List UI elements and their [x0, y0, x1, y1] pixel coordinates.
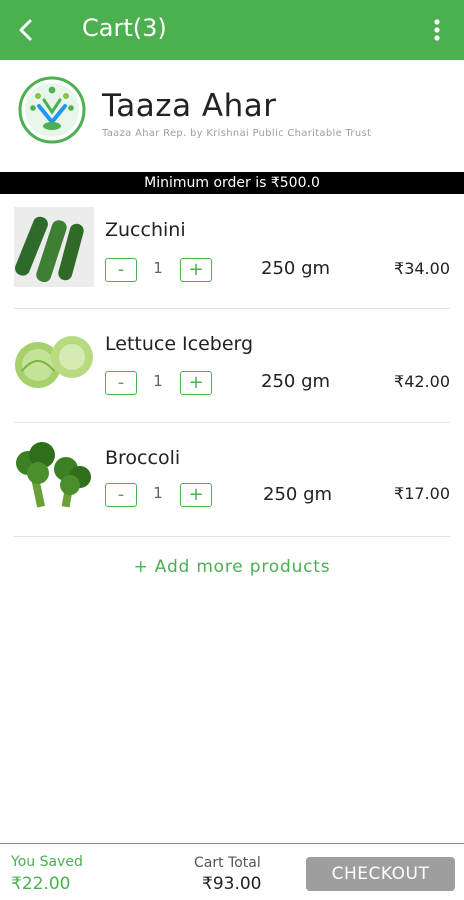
quantity-value: 1: [153, 484, 163, 502]
cart-total-label: Cart Total: [194, 855, 261, 871]
decrease-qty-button[interactable]: -: [105, 371, 137, 395]
cart-item: Lettuce Iceberg - 1 + 250 gm ₹42.00: [14, 309, 450, 423]
app-bar: Cart(3): [0, 0, 464, 60]
quantity-value: 1: [153, 259, 163, 277]
cart-summary-bar: You Saved ₹22.00 Cart Total ₹93.00 CHECK…: [0, 843, 464, 900]
product-price: ₹34.00: [394, 259, 450, 278]
checkout-button[interactable]: CHECKOUT: [306, 857, 455, 891]
shop-header: Taaza Ahar Taaza Ahar Rep. by Krishnai P…: [0, 60, 464, 172]
product-weight: 250 gm: [261, 371, 331, 392]
lettuce-image: [14, 321, 94, 401]
cart-item: Broccoli - 1 + 250 gm ₹17.00: [14, 423, 450, 537]
shop-subtitle: Taaza Ahar Rep. by Krishnai Public Chari…: [102, 128, 372, 139]
decrease-qty-button[interactable]: -: [105, 258, 137, 282]
broccoli-image: [14, 435, 94, 515]
decrease-qty-button[interactable]: -: [105, 483, 137, 507]
product-price: ₹42.00: [394, 372, 450, 391]
saved-value: ₹22.00: [11, 874, 71, 894]
cart-total-value: ₹93.00: [202, 874, 262, 894]
more-vert-icon[interactable]: [426, 14, 448, 46]
cart-item: Zucchini - 1 + 250 gm ₹34.00: [14, 195, 450, 309]
product-name: Zucchini: [105, 219, 186, 241]
increase-qty-button[interactable]: +: [180, 258, 212, 282]
product-name: Lettuce Iceberg: [105, 333, 254, 355]
product-price: ₹17.00: [394, 484, 450, 503]
zucchini-image: [14, 207, 94, 287]
arrow-back-icon[interactable]: [10, 12, 46, 48]
saved-label: You Saved: [11, 854, 83, 870]
divider: [14, 536, 450, 537]
product-weight: 250 gm: [263, 484, 333, 505]
page-title: Cart(3): [82, 14, 167, 42]
add-more-products-link[interactable]: + Add more products: [0, 557, 464, 577]
quantity-value: 1: [153, 372, 163, 390]
product-name: Broccoli: [105, 447, 181, 469]
increase-qty-button[interactable]: +: [180, 371, 212, 395]
increase-qty-button[interactable]: +: [180, 483, 212, 507]
shop-name: Taaza Ahar: [102, 88, 277, 124]
minimum-order-banner: Minimum order is ₹500.0: [0, 172, 464, 194]
trust-logo-icon: [18, 76, 86, 144]
product-weight: 250 gm: [261, 258, 331, 279]
